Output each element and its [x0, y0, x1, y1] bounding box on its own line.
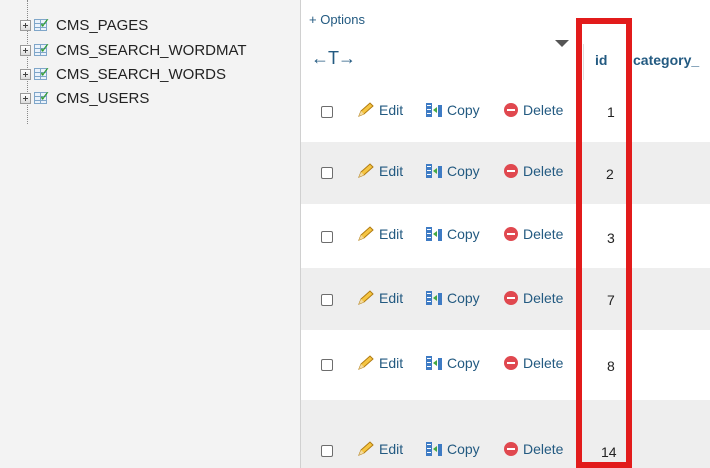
- nav-table-cms-search-wordmat[interactable]: ✓ CMS_SEARCH_WORDMAT: [20, 41, 247, 59]
- delete-button[interactable]: Delete: [504, 288, 573, 308]
- sort-dropdown-icon[interactable]: [555, 40, 569, 47]
- expand-icon[interactable]: [20, 92, 31, 104]
- copy-label: Copy: [447, 163, 480, 179]
- table-row: Edit Copy Delete 1: [301, 82, 710, 142]
- expand-icon[interactable]: [20, 68, 31, 80]
- column-resize-icon[interactable]: ←T→: [311, 48, 356, 69]
- delete-icon: [504, 227, 518, 241]
- row-checkbox[interactable]: [321, 445, 333, 457]
- edit-button[interactable]: Edit: [357, 163, 403, 179]
- nav-table-label: CMS_PAGES: [56, 16, 149, 34]
- pencil-icon: [358, 102, 374, 117]
- delete-label: Delete: [523, 355, 564, 371]
- id-cell: 3: [607, 230, 615, 246]
- column-divider: [583, 44, 584, 80]
- edit-label: Edit: [379, 226, 404, 242]
- copy-button[interactable]: Copy: [425, 102, 480, 118]
- nav-table-cms-search-words[interactable]: ✓ CMS_SEARCH_WORDS: [20, 65, 226, 83]
- row-checkbox[interactable]: [321, 106, 333, 118]
- copy-icon: [426, 103, 442, 117]
- copy-icon: [426, 227, 442, 241]
- delete-button[interactable]: Delete: [504, 353, 573, 373]
- delete-icon: [504, 164, 518, 178]
- copy-label: Copy: [447, 102, 480, 118]
- edit-button[interactable]: Edit: [357, 102, 403, 118]
- id-cell: 7: [607, 292, 615, 308]
- pencil-icon: [358, 163, 374, 178]
- edit-label: Edit: [379, 163, 404, 179]
- copy-button[interactable]: Copy: [425, 355, 480, 371]
- row-checkbox[interactable]: [321, 294, 333, 306]
- edit-button[interactable]: Edit: [357, 441, 403, 457]
- id-cell: 2: [606, 166, 614, 182]
- nav-table-label: CMS_USERS: [56, 89, 150, 107]
- edit-label: Edit: [379, 441, 404, 457]
- table-icon: ✓: [34, 89, 51, 105]
- phpmyadmin-window: ✓ CMS_PAGES ✓ CMS_SEARCH_WORDMAT ✓ CMS_S…: [0, 0, 710, 468]
- edit-button[interactable]: Edit: [357, 226, 403, 242]
- delete-icon: [504, 442, 518, 456]
- id-cell: 1: [607, 104, 615, 120]
- column-divider: [631, 44, 632, 80]
- edit-button[interactable]: Edit: [357, 355, 403, 371]
- options-link[interactable]: + Options: [309, 12, 365, 27]
- table-icon: ✓: [34, 16, 51, 32]
- delete-icon: [504, 356, 518, 370]
- edit-label: Edit: [379, 355, 404, 371]
- nav-table-label: CMS_SEARCH_WORDS: [56, 65, 227, 83]
- table-row: Edit Copy Delete 3: [301, 204, 710, 268]
- delete-label: Delete: [523, 290, 564, 306]
- delete-label: Delete: [523, 441, 564, 457]
- delete-icon: [504, 291, 518, 305]
- table-row: Edit Copy Delete 8: [301, 330, 710, 400]
- table-icon: ✓: [34, 65, 51, 81]
- delete-icon: [504, 103, 518, 117]
- delete-button[interactable]: Delete: [504, 161, 573, 181]
- table-row: Edit Copy Delete 2: [301, 142, 710, 204]
- table-icon: ✓: [34, 41, 51, 57]
- nav-table-label: CMS_SEARCH_WORDMAT: [56, 41, 247, 59]
- delete-label: Delete: [523, 226, 564, 242]
- delete-label: Delete: [523, 163, 564, 179]
- copy-label: Copy: [447, 290, 480, 306]
- delete-button[interactable]: Delete: [504, 439, 573, 459]
- pencil-icon: [358, 441, 374, 456]
- copy-button[interactable]: Copy: [425, 441, 480, 457]
- delete-button[interactable]: Delete: [504, 100, 573, 120]
- row-checkbox[interactable]: [321, 359, 333, 371]
- results-area: + Options ←T→ id category_ Edit Copy Del…: [301, 0, 710, 468]
- copy-label: Copy: [447, 441, 480, 457]
- pencil-icon: [358, 226, 374, 241]
- copy-label: Copy: [447, 355, 480, 371]
- copy-label: Copy: [447, 226, 480, 242]
- delete-button[interactable]: Delete: [504, 224, 573, 244]
- copy-icon: [426, 442, 442, 456]
- table-row: Edit Copy Delete 7: [301, 268, 710, 330]
- edit-label: Edit: [379, 102, 404, 118]
- copy-button[interactable]: Copy: [425, 290, 480, 306]
- edit-label: Edit: [379, 290, 404, 306]
- copy-icon: [426, 356, 442, 370]
- copy-icon: [426, 164, 442, 178]
- navigation-panel: ✓ CMS_PAGES ✓ CMS_SEARCH_WORDMAT ✓ CMS_S…: [0, 0, 301, 468]
- delete-label: Delete: [523, 102, 564, 118]
- pencil-icon: [358, 355, 374, 370]
- id-cell: 14: [601, 444, 617, 460]
- pencil-icon: [358, 290, 374, 305]
- table-header-row: ←T→ id category_: [301, 36, 710, 82]
- row-checkbox[interactable]: [321, 231, 333, 243]
- copy-icon: [426, 291, 442, 305]
- table-row: Edit Copy Delete 14: [301, 400, 710, 468]
- id-cell: 8: [607, 358, 615, 374]
- expand-icon[interactable]: [20, 19, 31, 31]
- copy-button[interactable]: Copy: [425, 163, 480, 179]
- column-header-category[interactable]: category_: [633, 52, 699, 68]
- nav-table-cms-users[interactable]: ✓ CMS_USERS: [20, 89, 149, 107]
- copy-button[interactable]: Copy: [425, 226, 480, 242]
- row-checkbox[interactable]: [321, 167, 333, 179]
- column-header-id[interactable]: id: [595, 52, 607, 68]
- expand-icon[interactable]: [20, 44, 31, 56]
- edit-button[interactable]: Edit: [357, 290, 403, 306]
- nav-table-cms-pages[interactable]: ✓ CMS_PAGES: [20, 16, 148, 34]
